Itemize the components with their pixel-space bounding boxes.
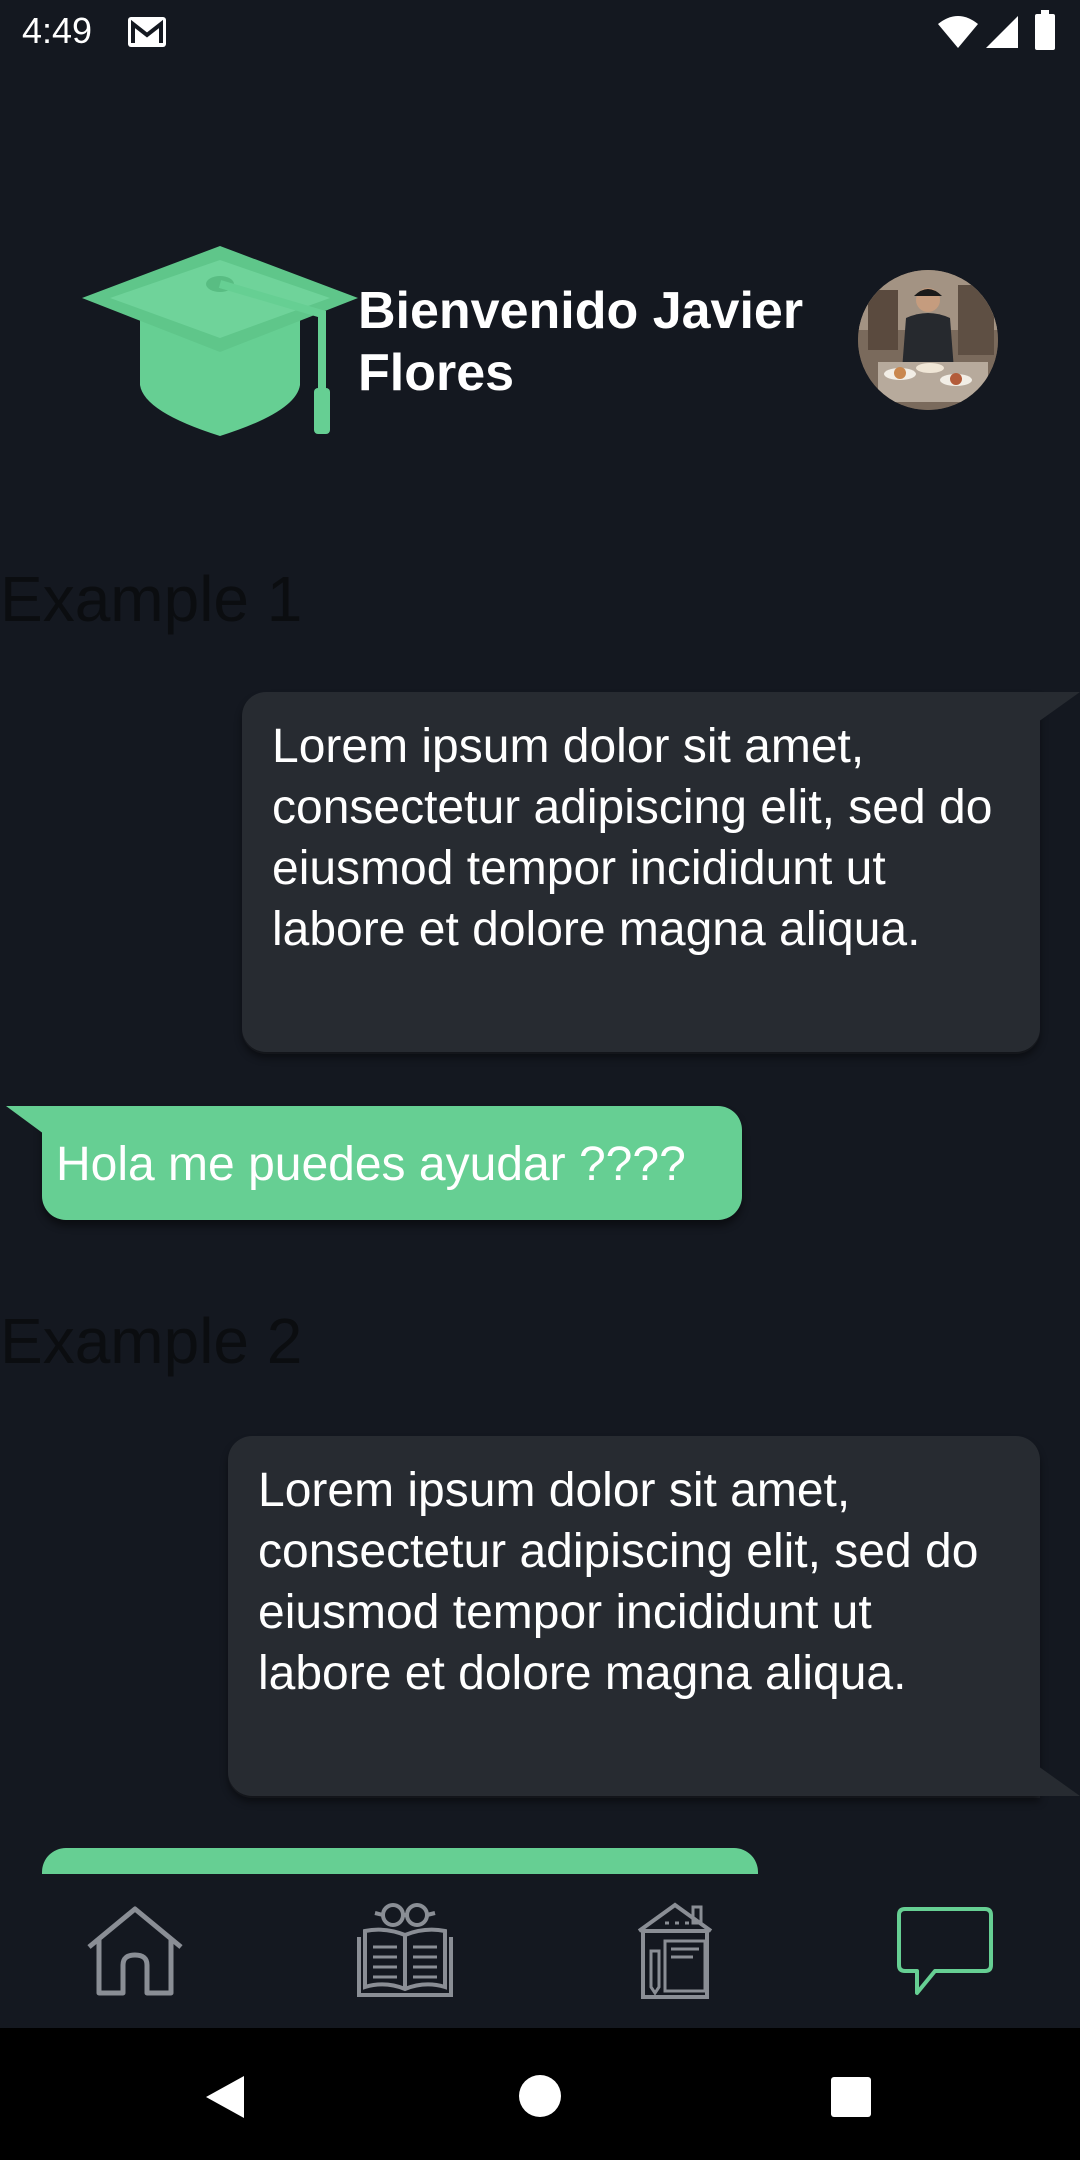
- home-icon: [87, 1906, 183, 1996]
- bubble-tail: [6, 1106, 44, 1134]
- status-bar: 4:49: [0, 0, 1080, 64]
- sent-message-text: Hola me puedes ayudar ????: [56, 1138, 686, 1191]
- wifi-icon: [938, 16, 978, 48]
- welcome-title: Bienvenido Javier Flores: [358, 282, 804, 402]
- nav-home[interactable]: [0, 1874, 270, 2028]
- system-navigation-bar: [0, 2028, 1080, 2160]
- school-building-icon: [637, 1902, 713, 1999]
- bubble-tail: [1038, 692, 1080, 722]
- battery-icon: [1035, 10, 1055, 50]
- sent-message-1: Hola me puedes ayudar ????: [42, 1106, 742, 1220]
- user-avatar[interactable]: [858, 270, 998, 410]
- nav-courses[interactable]: [270, 1874, 540, 2028]
- reading-book-icon: [357, 1903, 453, 1997]
- home-circle-icon[interactable]: [518, 2074, 562, 2118]
- recents-square-icon[interactable]: [830, 2076, 872, 2118]
- gmail-icon: [128, 17, 166, 47]
- signal-icon: [986, 16, 1018, 48]
- nav-chat[interactable]: [810, 1874, 1080, 2028]
- status-time: 4:49: [22, 10, 93, 51]
- bottom-navigation: [0, 1874, 1080, 2028]
- chat-screen: 4:49 Bienvenido Javier Flores Example 1 …: [0, 0, 1080, 2160]
- chat-bubble-icon: [897, 1907, 993, 1995]
- received-message-text: Lorem ipsum dolor sit amet, consectetur …: [272, 720, 993, 956]
- received-message-2: Lorem ipsum dolor sit amet, consectetur …: [228, 1436, 1040, 1796]
- bubble-tail: [1038, 1766, 1080, 1796]
- received-message-1: Lorem ipsum dolor sit amet, consectetur …: [242, 692, 1040, 1052]
- received-message-text: Lorem ipsum dolor sit amet, consectetur …: [258, 1464, 979, 1700]
- graduation-cap-icon: [82, 246, 358, 436]
- section-label-example-2: Example 2: [0, 1305, 303, 1377]
- avatar-photo: [858, 270, 998, 410]
- welcome-header: Bienvenido Javier Flores: [0, 240, 1080, 440]
- section-label-example-1: Example 1: [0, 563, 303, 635]
- nav-school[interactable]: [540, 1874, 810, 2028]
- back-icon[interactable]: [202, 2074, 246, 2120]
